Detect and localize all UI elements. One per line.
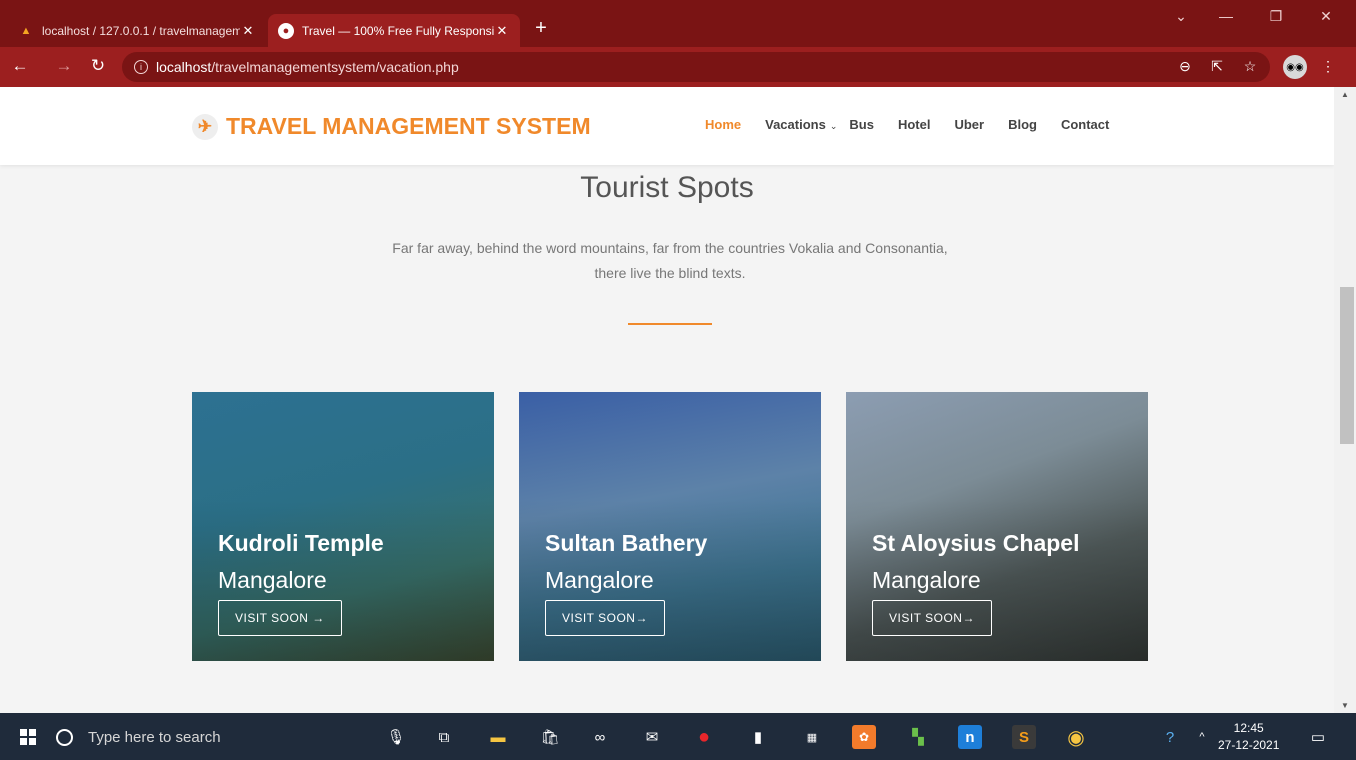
tab-search-icon[interactable]: ⌄ bbox=[1166, 8, 1196, 25]
restore-icon[interactable]: ❐ bbox=[1261, 8, 1291, 25]
colored-app-icon[interactable]: ▚ bbox=[906, 725, 930, 749]
sublime-icon[interactable]: S bbox=[1012, 725, 1036, 749]
share-icon[interactable]: ⇱ bbox=[1207, 58, 1227, 75]
tab-title: Travel — 100% Free Fully Responsive bbox=[302, 23, 494, 38]
chevron-down-icon: ⌄ bbox=[829, 121, 838, 131]
site-header: ✈ TRAVEL MANAGEMENT SYSTEM Home Vacation… bbox=[0, 87, 1334, 165]
spot-card[interactable]: St Aloysius Chapel Mangalore VISIT SOON→ bbox=[846, 392, 1148, 661]
section-divider bbox=[628, 323, 712, 325]
spot-city: Mangalore bbox=[545, 567, 654, 593]
mail-icon[interactable]: ✉ bbox=[640, 725, 664, 749]
windows-start-icon[interactable] bbox=[20, 729, 36, 745]
forward-icon[interactable]: → bbox=[52, 56, 76, 76]
nav-vacations-label: Vacations bbox=[765, 117, 826, 132]
airplane-icon: ✈ bbox=[192, 113, 218, 140]
spot-city: Mangalore bbox=[218, 567, 327, 593]
cortana-icon bbox=[56, 728, 73, 746]
url-bar[interactable]: i localhost /travelmanagementsystem/vaca… bbox=[122, 52, 1270, 82]
globe-icon: ● bbox=[278, 22, 294, 39]
nav-hotel[interactable]: Hotel bbox=[898, 117, 931, 132]
main-menu: Home Vacations ⌄ Bus Hotel Uber Blog Cont… bbox=[705, 117, 1133, 132]
page-viewport: ✈ TRAVEL MANAGEMENT SYSTEM Home Vacation… bbox=[0, 87, 1356, 713]
site-logo[interactable]: ✈ TRAVEL MANAGEMENT SYSTEM bbox=[192, 113, 591, 140]
spot-city: Mangalore bbox=[872, 567, 981, 593]
new-tab-button[interactable]: + bbox=[530, 17, 552, 40]
spot-name: Kudroli Temple bbox=[218, 530, 384, 556]
menu-icon[interactable]: ⋮ bbox=[1318, 58, 1338, 75]
spot-card[interactable]: Sultan Bathery Mangalore VISIT SOON→ bbox=[519, 392, 821, 661]
infinity-app-icon[interactable]: ∞ bbox=[588, 725, 612, 749]
spot-card[interactable]: Kudroli Temple Mangalore VISIT SOON → bbox=[192, 392, 494, 661]
tab-travel[interactable]: ● Travel — 100% Free Fully Responsive ✕ bbox=[268, 14, 520, 47]
scroll-up-icon[interactable]: ▲ bbox=[1341, 90, 1349, 99]
reload-icon[interactable]: ↻ bbox=[86, 56, 110, 76]
scroll-down-icon[interactable]: ▼ bbox=[1341, 701, 1349, 710]
close-icon[interactable]: ✕ bbox=[240, 23, 256, 39]
window-close-icon[interactable]: ✕ bbox=[1311, 8, 1341, 25]
url-path: /travelmanagementsystem/vacation.php bbox=[211, 59, 459, 75]
app-icon[interactable]: ▦ bbox=[800, 725, 824, 749]
browser-tab-strip: ▲ localhost / 127.0.0.1 / travelmanageme… bbox=[0, 0, 1356, 47]
nav-contact[interactable]: Contact bbox=[1061, 117, 1109, 132]
notification-icon[interactable]: ▭ bbox=[1306, 725, 1330, 749]
spot-name: St Aloysius Chapel bbox=[872, 530, 1080, 556]
chevron-up-icon[interactable]: ^ bbox=[1190, 725, 1214, 749]
tab-title: localhost / 127.0.0.1 / travelmanagement bbox=[42, 23, 240, 38]
chrome-icon[interactable]: ◉ bbox=[1064, 725, 1088, 749]
n-app-icon[interactable]: n bbox=[958, 725, 982, 749]
address-toolbar: ← → ↻ i localhost /travelmanagementsyste… bbox=[0, 47, 1356, 87]
task-view-icon[interactable]: ⧉ bbox=[432, 725, 456, 749]
url-host: localhost bbox=[156, 59, 212, 75]
spot-name: Sultan Bathery bbox=[545, 530, 708, 556]
xampp-icon[interactable]: ✿ bbox=[852, 725, 876, 749]
notepad-icon[interactable]: ▮ bbox=[746, 725, 770, 749]
nav-uber[interactable]: Uber bbox=[954, 117, 984, 132]
close-icon[interactable]: ✕ bbox=[494, 23, 510, 39]
zoom-icon[interactable]: ⊖ bbox=[1175, 58, 1195, 75]
visit-soon-button[interactable]: VISIT SOON→ bbox=[872, 600, 992, 636]
search-placeholder: Type here to search bbox=[88, 728, 221, 746]
nav-bus[interactable]: Bus bbox=[849, 117, 874, 132]
minimize-icon[interactable]: — bbox=[1211, 8, 1241, 24]
windows-taskbar: Type here to search 🎙 ⧉ ▬ 🛍 ∞ ✉ ● ▮ ▦ ✿ … bbox=[0, 713, 1356, 760]
visit-soon-button[interactable]: VISIT SOON → bbox=[218, 600, 342, 636]
info-icon[interactable]: i bbox=[134, 60, 148, 74]
system-clock[interactable]: 12:45 27-12-2021 bbox=[1218, 720, 1279, 754]
taskbar-search[interactable]: Type here to search bbox=[56, 721, 406, 753]
section-subtitle: Far far away, behind the word mountains,… bbox=[392, 240, 948, 281]
logo-text: TRAVEL MANAGEMENT SYSTEM bbox=[226, 113, 591, 139]
profile-avatar[interactable]: ◉◉ bbox=[1283, 55, 1307, 79]
opera-icon[interactable]: ● bbox=[692, 725, 716, 749]
section-title: Tourist Spots bbox=[580, 171, 754, 204]
tab-phpmyadmin[interactable]: ▲ localhost / 127.0.0.1 / travelmanageme… bbox=[8, 14, 266, 47]
nav-home[interactable]: Home bbox=[705, 117, 741, 132]
scrollbar-thumb[interactable] bbox=[1340, 287, 1354, 444]
bookmark-star-icon[interactable]: ☆ bbox=[1240, 58, 1260, 75]
nav-blog[interactable]: Blog bbox=[1008, 117, 1037, 132]
phpmyadmin-icon: ▲ bbox=[20, 24, 32, 37]
vertical-scrollbar[interactable]: ▲ ▼ bbox=[1334, 87, 1356, 713]
store-icon[interactable]: 🛍 bbox=[538, 725, 562, 749]
clock-date: 27-12-2021 bbox=[1218, 738, 1280, 752]
file-explorer-icon[interactable]: ▬ bbox=[486, 725, 510, 749]
nav-vacations[interactable]: Vacations ⌄ bbox=[765, 117, 837, 132]
back-icon[interactable]: ← bbox=[8, 56, 32, 76]
visit-soon-button[interactable]: VISIT SOON→ bbox=[545, 600, 665, 636]
clock-time: 12:45 bbox=[1233, 721, 1264, 735]
help-icon[interactable]: ? bbox=[1158, 725, 1182, 749]
microphone-icon[interactable]: 🎙 bbox=[384, 725, 408, 749]
